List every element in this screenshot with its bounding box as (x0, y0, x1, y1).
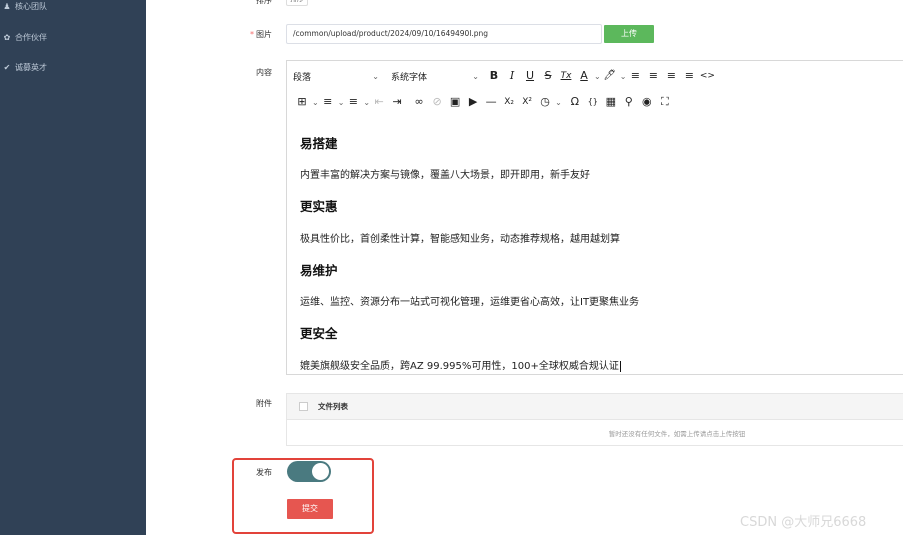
required-mark: * (250, 30, 254, 39)
content-heading: 易维护 (300, 263, 338, 278)
superscript-icon[interactable]: X² (518, 91, 536, 113)
image-label: * 图片 (232, 29, 272, 40)
content-paragraph: 运维、监控、资源分布一站式可视化管理，运维更省心高效，让IT更聚焦业务 (300, 297, 640, 308)
content-paragraph: 内置丰富的解决方案与镜像，覆盖八大场景，即开即用，新手友好 (300, 170, 590, 181)
chevron-down-icon[interactable]: ⌄ (594, 72, 601, 81)
content-heading: 更实惠 (300, 199, 338, 214)
content-heading: 更安全 (300, 326, 338, 341)
align-right-icon[interactable]: ≡ (662, 65, 680, 87)
content-paragraph-text: 媲美旗舰级安全品质，跨AZ 99.995%可用性，100+全球权威合规认证 (300, 361, 619, 372)
attachment-label: 附件 (256, 399, 272, 408)
bullet-list-icon[interactable]: ≡ (319, 91, 337, 113)
code-view-icon[interactable]: <> (698, 65, 716, 87)
select-all-checkbox[interactable] (299, 402, 308, 411)
editor-toolbar-row-2: ⊞ ⌄ ≡ ⌄ ≡ ⌄ ⇤ ⇥ ∞ ⊘ ▣ ▶ — X₂ X² ◷ ⌄ Ω {}… (287, 90, 903, 114)
sidebar-item-recruit[interactable]: ✔ 诚募英才 (0, 57, 47, 77)
upload-button[interactable]: 上传 (604, 25, 654, 43)
team-icon: ♟ (3, 1, 11, 11)
indent-icon[interactable]: ⇥ (388, 91, 406, 113)
table-icon[interactable]: ⊞ (293, 91, 311, 113)
clear-format-icon[interactable]: Tx (557, 65, 575, 87)
empty-state-text: 暂时还没有任何文件，如需上传请点击上传按钮 (608, 430, 746, 438)
unlink-icon[interactable]: ⊘ (428, 91, 446, 113)
preview-icon[interactable]: ◉ (638, 91, 656, 113)
image-label-text: 图片 (256, 30, 272, 39)
content-paragraph: 媲美旗舰级安全品质，跨AZ 99.995%可用性，100+全球权威合规认证 (300, 357, 621, 372)
rich-text-editor[interactable]: 段落 ⌄ 系统字体 ⌄ B I U S Tx A ⌄ 🖊 ⌄ ≡ ≡ ≡ ≡ <… (286, 60, 903, 375)
chevron-down-icon[interactable]: ⌄ (620, 72, 627, 81)
content-label: 内容 (256, 68, 272, 77)
editor-toolbar-row-1: 段落 ⌄ 系统字体 ⌄ B I U S Tx A ⌄ 🖊 ⌄ ≡ ≡ ≡ ≡ <… (287, 64, 903, 88)
attachment-table-header: 文件列表 (287, 394, 903, 420)
sidebar-item-label: 核心团队 (15, 1, 47, 11)
search-icon[interactable]: ⚲ (620, 91, 638, 113)
align-center-icon[interactable]: ≡ (644, 65, 662, 87)
align-left-icon[interactable]: ≡ (626, 65, 644, 87)
fullscreen-icon[interactable]: ⛶ (656, 91, 674, 113)
publish-label: 发布 (256, 468, 272, 477)
chevron-down-icon[interactable]: ⌄ (312, 98, 319, 107)
sort-label: 排序 (256, 0, 272, 5)
horizontal-rule-icon[interactable]: — (482, 91, 500, 113)
file-list-title: 文件列表 (318, 402, 348, 411)
chevron-down-icon[interactable]: ⌄ (555, 98, 562, 107)
publish-toggle[interactable] (287, 461, 331, 482)
template-icon[interactable]: ▦ (602, 91, 620, 113)
align-justify-icon[interactable]: ≡ (680, 65, 698, 87)
text-cursor (619, 360, 621, 372)
link-icon[interactable]: ∞ (410, 91, 428, 113)
highlight-color-icon[interactable]: 🖊 (601, 65, 619, 87)
sidebar: ♟ 核心团队 ✿ 合作伙伴 ✔ 诚募英才 (0, 0, 146, 535)
numbered-list-icon[interactable]: ≡ (344, 91, 362, 113)
chevron-down-icon[interactable]: ⌄ (363, 98, 370, 107)
paragraph-format-value: 段落 (293, 72, 312, 83)
underline-icon[interactable]: U (521, 65, 539, 87)
bold-icon[interactable]: B (485, 65, 503, 87)
sidebar-item-partners[interactable]: ✿ 合作伙伴 (0, 27, 47, 47)
subscript-icon[interactable]: X₂ (500, 91, 518, 113)
partner-icon: ✿ (3, 32, 11, 42)
special-char-icon[interactable]: Ω (566, 91, 584, 113)
sidebar-item-label: 合作伙伴 (15, 32, 47, 42)
attachment-table: 文件列表 暂时还没有任何文件，如需上传请点击上传按钮 (286, 393, 903, 446)
outdent-icon[interactable]: ⇤ (370, 91, 388, 113)
sidebar-item-label: 诚募英才 (15, 62, 47, 72)
image-icon[interactable]: ▣ (446, 91, 464, 113)
toggle-knob (312, 463, 329, 480)
recruit-icon: ✔ (3, 62, 11, 72)
strikethrough-icon[interactable]: S (539, 65, 557, 87)
content-heading: 易搭建 (300, 136, 338, 151)
video-icon[interactable]: ▶ (464, 91, 482, 113)
variable-icon[interactable]: {} (584, 91, 602, 113)
font-family-value: 系统字体 (391, 72, 428, 83)
image-path-input[interactable]: /common/upload/product/2024/09/10/164949… (286, 24, 602, 44)
watermark: CSDN @大师兄6668 (740, 515, 867, 530)
italic-icon[interactable]: I (503, 65, 521, 87)
chevron-down-icon[interactable]: ⌄ (338, 98, 345, 107)
content-paragraph: 极具性价比，首创柔性计算，智能感知业务，动态推荐规格，越用越划算 (300, 234, 620, 245)
sidebar-item-core-team[interactable]: ♟ 核心团队 (0, 0, 47, 16)
chevron-down-icon: ⌄ (372, 71, 379, 81)
sort-input[interactable]: 排序 (286, 0, 308, 6)
font-family-select[interactable]: 系统字体 ⌄ (385, 65, 485, 87)
clock-icon[interactable]: ◷ (536, 91, 554, 113)
chevron-down-icon: ⌄ (472, 71, 479, 81)
submit-button[interactable]: 提交 (287, 499, 333, 519)
font-color-icon[interactable]: A (575, 65, 593, 87)
paragraph-format-select[interactable]: 段落 ⌄ (287, 65, 385, 87)
